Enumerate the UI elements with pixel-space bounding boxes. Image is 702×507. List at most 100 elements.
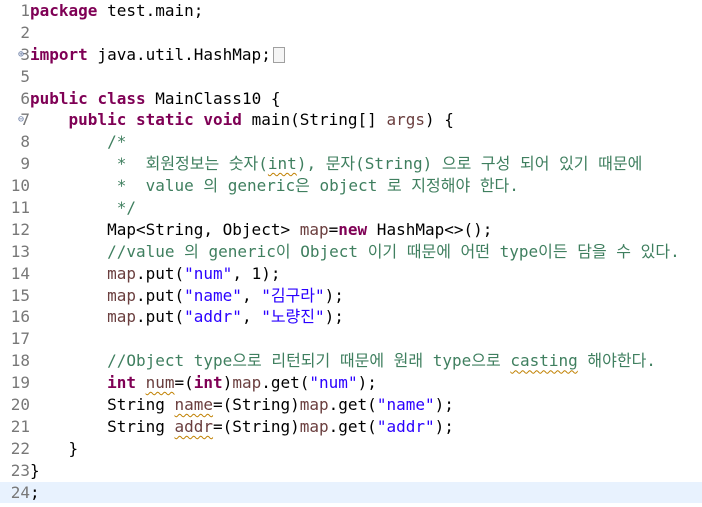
code-text: //value 의 generic이 Object 이기 때문에 어떤 type… — [30, 241, 702, 263]
comment-token: */ — [30, 198, 136, 218]
code-token: Map<String, Object> — [30, 219, 300, 239]
code-line[interactable]: 15 map.put("name", "김구라"); — [0, 285, 702, 307]
line-number: 11 — [0, 197, 30, 219]
code-text: * 회원정보는 숫자(int), 문자(String) 으로 구성 되어 있기 … — [30, 153, 702, 175]
line-number: 1 — [0, 0, 30, 22]
line-number: 12 — [0, 219, 30, 241]
line-number: 3 — [0, 44, 30, 66]
code-text: Map<String, Object> map=new HashMap<>(); — [30, 219, 702, 241]
line-number: 10 — [0, 175, 30, 197]
keyword-token: public — [30, 88, 88, 108]
variable-token: addr — [174, 416, 214, 436]
line-number: 19 — [0, 372, 30, 394]
comment-token: int — [267, 154, 297, 174]
line-number-text: 15 — [10, 285, 30, 305]
code-token: } — [30, 438, 79, 458]
keyword-token: public — [68, 110, 127, 130]
code-text: public static void main(String[] args) { — [30, 109, 702, 131]
keyword-token: new — [338, 219, 368, 239]
variable-token: map — [107, 263, 136, 283]
code-line[interactable]: 21 String addr=(String)map.get("addr"); — [0, 416, 702, 438]
fold-expand-icon[interactable]: ⊕ — [18, 44, 24, 66]
code-line[interactable]: 2 — [0, 22, 702, 44]
code-text: ; — [30, 482, 702, 504]
code-line[interactable]: 6 public class MainClass10 { — [0, 88, 702, 110]
code-token: , 1); — [232, 263, 281, 283]
code-token: .get( — [328, 395, 377, 415]
line-number-text: 14 — [10, 263, 30, 283]
line-number: 16 — [0, 306, 30, 328]
code-line[interactable]: 1 package test.main; — [0, 0, 702, 22]
code-line[interactable]: 20 String name=(String)map.get("name"); — [0, 394, 702, 416]
code-line[interactable]: 19 int num=(int)map.get("num"); — [0, 372, 702, 394]
fold-collapse-icon[interactable]: ⊖ — [18, 109, 24, 131]
comment-token: * value 의 generic은 object 로 지정해야 한다. — [30, 176, 519, 196]
string-token: "name" — [184, 285, 242, 305]
variable-token: map — [299, 416, 329, 436]
line-number-text: 9 — [20, 154, 30, 174]
code-token: , — [241, 285, 262, 305]
code-line[interactable]: 24; — [0, 481, 702, 504]
code-token: main(String[] — [241, 110, 387, 130]
code-line[interactable]: 18 //Object type으로 리턴되기 때문에 원래 type으로 ca… — [0, 350, 702, 372]
code-line[interactable]: 5 — [0, 66, 702, 88]
variable-token: map — [107, 285, 136, 305]
line-number: 6 — [0, 88, 30, 110]
code-line[interactable]: 10 * value 의 generic은 object 로 지정해야 한다. — [0, 175, 702, 197]
line-number: 2 — [0, 22, 30, 44]
code-text: /* — [30, 131, 702, 153]
variable-token: map — [107, 307, 136, 327]
string-token: "num" — [309, 373, 358, 393]
code-token: } — [30, 460, 40, 480]
code-line[interactable]: 17 — [0, 328, 702, 350]
line-number: 14 — [0, 263, 30, 285]
code-line[interactable]: 16 map.put("addr", "노량진"); — [0, 306, 702, 328]
variable-token: name — [174, 395, 214, 415]
line-number: 22 — [0, 438, 30, 460]
code-token: .get( — [328, 416, 377, 436]
line-number: 20 — [0, 394, 30, 416]
code-token: .put( — [135, 263, 185, 283]
code-line[interactable]: 7 ⊖ public static void main(String[] args… — [0, 109, 702, 131]
line-number-text: 1 — [20, 1, 30, 20]
code-line[interactable]: 8 /* — [0, 131, 702, 153]
code-text: String name=(String)map.get("name"); — [30, 394, 702, 416]
code-token: ); — [324, 307, 344, 327]
line-number-text: 11 — [10, 198, 30, 218]
code-line[interactable]: 14 map.put("num", 1); — [0, 263, 702, 285]
code-token: MainClass10 { — [145, 88, 281, 108]
code-text: import java.util.HashMap; — [30, 44, 702, 66]
line-number: 7 — [0, 109, 30, 131]
code-token: java.util.HashMap; — [87, 44, 271, 64]
line-number-text: 2 — [20, 22, 30, 42]
line-number: 5 — [0, 66, 30, 88]
code-token: .get( — [261, 373, 310, 393]
code-line[interactable]: 13 //value 의 generic이 Object 이기 때문에 어떤 t… — [0, 241, 702, 263]
code-token: ); — [434, 416, 454, 436]
code-line[interactable]: 3 ⊕ import java.util.HashMap; — [0, 44, 702, 66]
line-number: 15 — [0, 285, 30, 307]
line-number-text: 17 — [10, 329, 30, 349]
comment-token: //Object type으로 리턴되기 때문에 원래 type으로 — [30, 351, 511, 371]
comment-token: casting — [510, 351, 578, 371]
code-line[interactable]: 12 Map<String, Object> map=new HashMap<>… — [0, 219, 702, 241]
collapsed-imports-icon[interactable] — [272, 47, 285, 64]
keyword-token: package — [30, 1, 98, 20]
code-token: =( — [174, 373, 194, 393]
code-line[interactable]: 11 */ — [0, 197, 702, 219]
line-number: 21 — [0, 416, 30, 438]
code-text: public class MainClass10 { — [30, 88, 702, 110]
code-token: ; — [30, 482, 40, 502]
code-line[interactable]: 23} — [0, 460, 702, 482]
code-editor[interactable]: 1 package test.main; 2 3 ⊕ import java.util.H… — [0, 0, 702, 507]
line-number-text: 13 — [10, 241, 30, 261]
code-line[interactable]: 9 * 회원정보는 숫자(int), 문자(String) 으로 구성 되어 있… — [0, 153, 702, 175]
comment-token: 해야한다. — [577, 351, 656, 371]
code-text: String addr=(String)map.get("addr"); — [30, 416, 702, 438]
code-token: ) — [222, 373, 233, 393]
code-line[interactable]: 22 } — [0, 438, 702, 460]
line-number: 9 — [0, 153, 30, 175]
